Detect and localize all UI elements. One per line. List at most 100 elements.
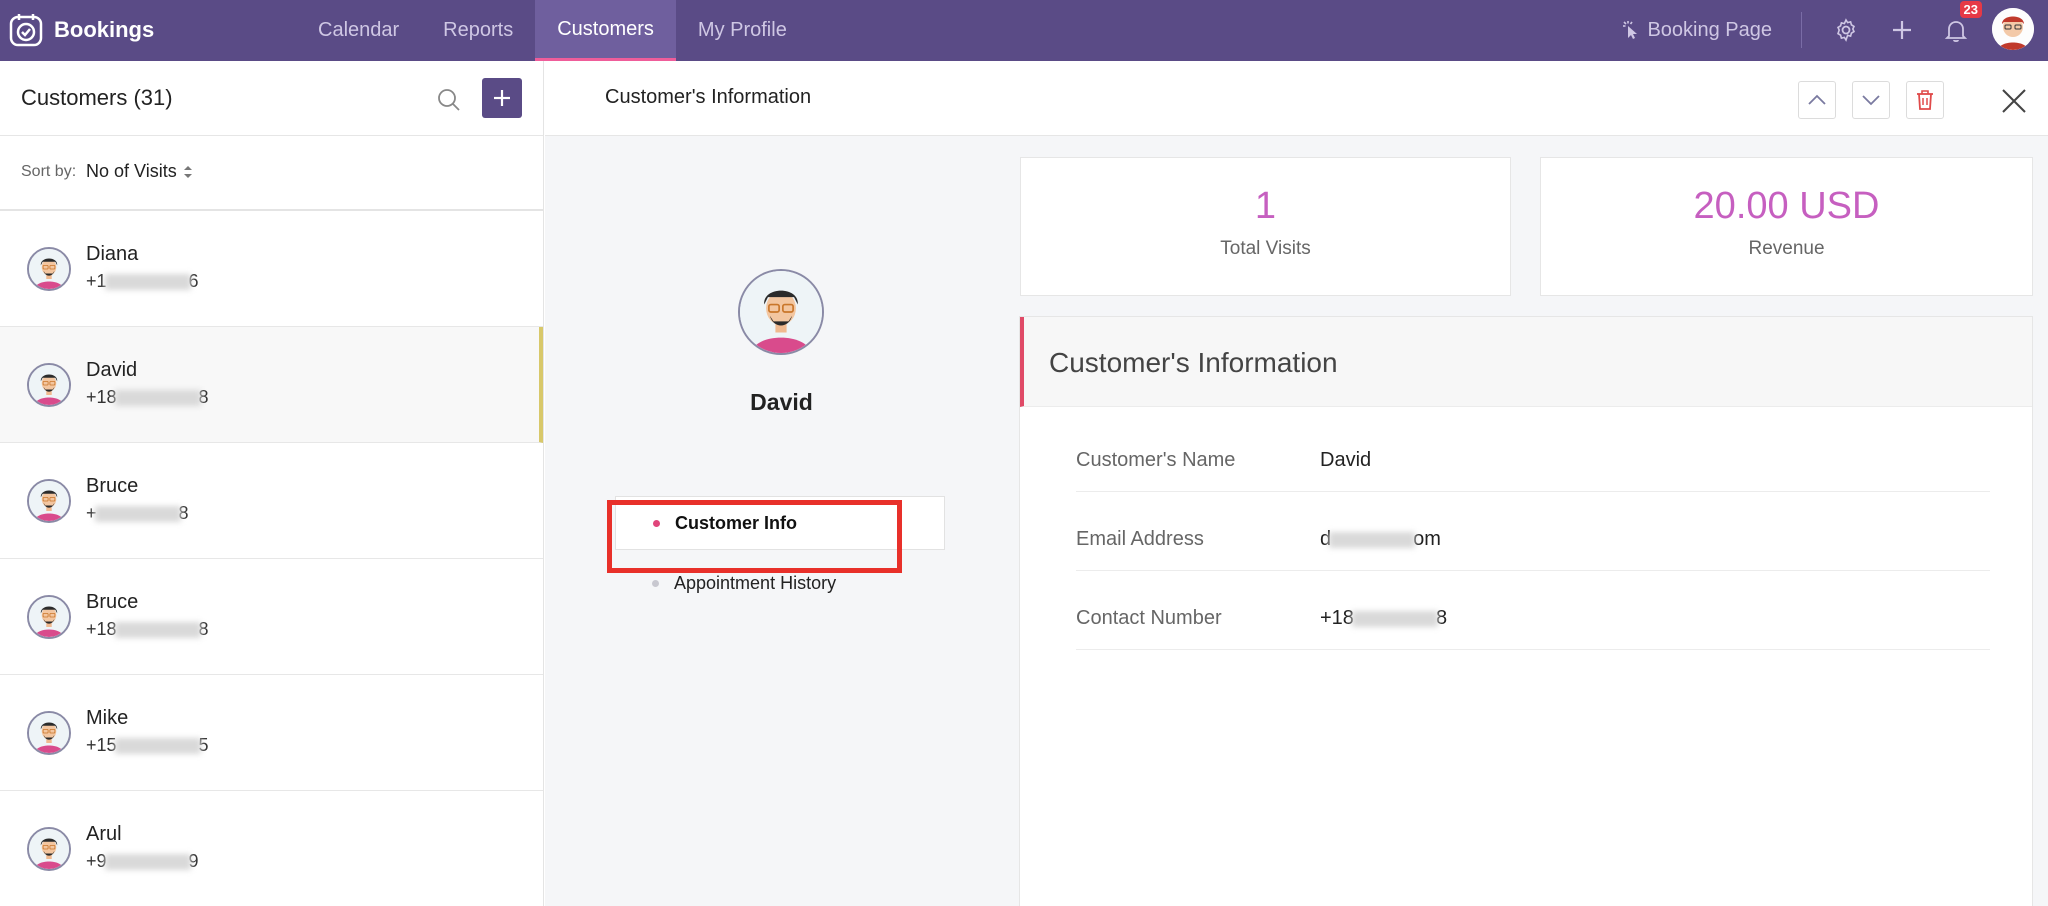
main-nav: Calendar Reports Customers My Profile	[296, 0, 809, 61]
bell-icon	[1944, 21, 1968, 43]
customer-name: David	[86, 359, 138, 381]
customer-avatar	[27, 827, 71, 871]
info-field-row: Customer's Name David	[1076, 413, 1990, 492]
customer-phone: +8	[86, 503, 189, 524]
info-field-label: Contact Number	[1076, 607, 1222, 629]
divider	[1801, 12, 1802, 48]
trash-icon	[1917, 90, 1933, 110]
booking-page-link[interactable]: Booking Page	[1621, 14, 1772, 46]
close-button[interactable]	[2000, 87, 2028, 115]
plus-icon	[494, 90, 510, 106]
info-field-row: Email Address d om	[1076, 492, 1990, 571]
sort-row: Sort by: No of Visits	[0, 136, 543, 211]
customer-phone: +18 8	[86, 619, 209, 640]
redacted-blur	[114, 622, 201, 639]
previous-customer-button[interactable]	[1798, 81, 1836, 119]
settings-button[interactable]	[1830, 14, 1862, 46]
booking-page-label: Booking Page	[1647, 18, 1772, 41]
notifications-button[interactable]: 23	[1940, 1, 1982, 46]
customer-row[interactable]: David +18 8	[0, 327, 543, 443]
customer-name: Arul	[86, 823, 122, 845]
info-field-value: d om	[1320, 528, 1441, 551]
person-avatar-icon	[29, 713, 69, 753]
plus-icon	[1893, 21, 1911, 39]
redacted-blur	[1329, 531, 1416, 548]
customer-row[interactable]: Diana +1 6	[0, 211, 543, 327]
user-avatar-icon	[1992, 8, 2034, 50]
person-avatar-icon	[29, 249, 69, 289]
inactive-dot	[652, 579, 659, 587]
redacted-blur	[94, 506, 181, 523]
next-customer-button[interactable]	[1852, 81, 1890, 119]
cursor-click-icon	[1623, 21, 1638, 39]
redacted-blur	[104, 854, 191, 871]
person-avatar-icon	[29, 481, 69, 521]
revenue-label: Revenue	[1748, 238, 1825, 259]
search-icon	[438, 89, 460, 111]
phone-prefix: +18	[86, 619, 117, 639]
person-avatar-icon	[29, 829, 69, 869]
customer-row[interactable]: Mike +15 5	[0, 675, 543, 791]
nav-my-profile[interactable]: My Profile	[676, 0, 809, 61]
nav-calendar[interactable]: Calendar	[296, 0, 421, 61]
delete-customer-button[interactable]	[1906, 81, 1944, 119]
customer-name: Bruce	[86, 475, 139, 497]
customer-info-card-header: Customer's Information	[1020, 317, 2032, 407]
chevron-down-icon	[1862, 95, 1880, 106]
close-icon	[2002, 89, 2026, 113]
customer-info-card: Customer's Information Customer's Name Da…	[1019, 316, 2033, 906]
customer-row[interactable]: Bruce +18 8	[0, 559, 543, 675]
customer-avatar	[738, 269, 824, 355]
total-visits-label: Total Visits	[1220, 238, 1311, 259]
brand[interactable]: Bookings	[8, 10, 154, 50]
user-avatar[interactable]	[1992, 8, 2034, 50]
add-customer-button[interactable]	[482, 78, 522, 118]
value-prefix: +18	[1320, 607, 1354, 629]
customer-phone: +18 8	[86, 387, 209, 408]
total-visits-value: 1	[1254, 185, 1277, 227]
phone-prefix: +18	[86, 387, 117, 407]
redacted-blur	[104, 274, 191, 291]
customer-row[interactable]: Bruce +8	[0, 443, 543, 559]
info-field-row: Contact Number +18 8	[1076, 571, 1990, 650]
total-visits-card: 1 Total Visits	[1020, 157, 1511, 296]
customer-phone: +1 6	[86, 271, 199, 292]
info-field-label: Customer's Name	[1076, 449, 1236, 471]
customer-avatar	[27, 711, 71, 755]
search-button[interactable]	[434, 85, 464, 115]
customer-avatar	[27, 479, 71, 523]
person-avatar-icon	[29, 597, 69, 637]
detail-header: Customer's Information	[545, 61, 2048, 136]
add-new-button[interactable]	[1886, 14, 1918, 46]
brand-name: Bookings	[54, 17, 155, 42]
value-suffix: om	[1413, 528, 1441, 550]
revenue-card: 20.00 USD Revenue	[1540, 157, 2033, 296]
bookings-logo-icon	[9, 14, 43, 47]
sort-label: Sort by:	[21, 163, 77, 180]
customer-detail-panel: Customer's Information David Customer In…	[545, 61, 2048, 906]
sort-arrows-icon	[183, 165, 192, 178]
phone-prefix: +9	[86, 851, 107, 871]
customer-name: Bruce	[86, 591, 139, 613]
value-prefix: David	[1320, 449, 1372, 471]
customer-count-title: Customers (31)	[21, 85, 173, 110]
notification-badge: 23	[1959, 1, 1982, 18]
phone-prefix: +15	[86, 735, 117, 755]
info-field-value: +18 8	[1320, 607, 1447, 630]
top-bar: Bookings Calendar Reports Customers My P…	[0, 0, 2048, 61]
customer-list-panel: Customers (31) Sort by: No of Visits Dia…	[0, 61, 544, 906]
person-avatar-icon	[740, 271, 822, 353]
customer-row[interactable]: Arul +9 9	[0, 791, 543, 906]
nav-customers[interactable]: Customers	[535, 0, 676, 61]
customer-avatar	[27, 363, 71, 407]
menu-appointment-history-label: Appointment History	[674, 572, 837, 593]
gear-icon	[1836, 18, 1856, 42]
customer-phone: +9 9	[86, 851, 199, 872]
person-avatar-icon	[29, 365, 69, 405]
customer-name-heading: David	[750, 389, 813, 415]
profile-column: David Customer Info Appointment History	[545, 136, 1018, 906]
redacted-blur	[114, 390, 201, 407]
sort-dropdown[interactable]: No of Visits	[86, 161, 193, 182]
nav-reports[interactable]: Reports	[421, 0, 535, 61]
customer-info-fields: Customer's Name David Email Address d om Cont…	[1076, 413, 1990, 650]
